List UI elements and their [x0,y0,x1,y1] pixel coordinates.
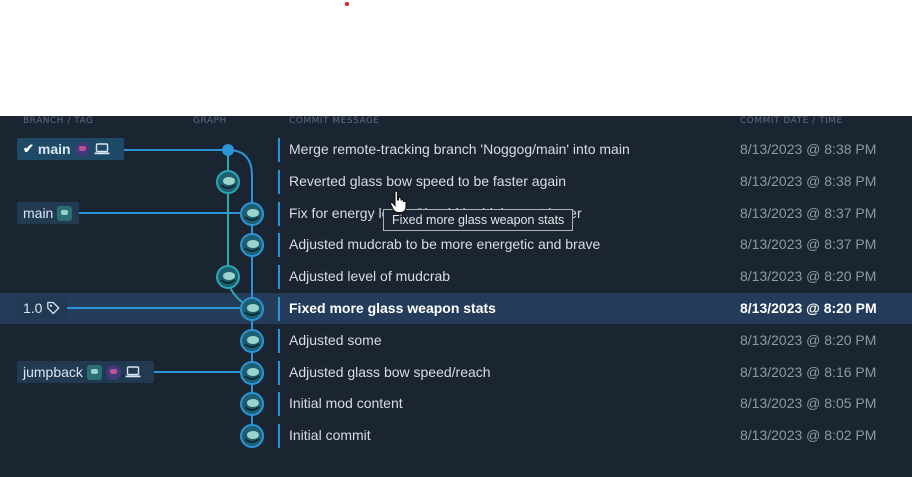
commit-date: 8/13/2023 @ 8:05 PM [740,395,877,411]
commit-message: Merge remote-tracking branch 'Noggog/mai… [289,141,630,157]
commit-graph-panel: BRANCH / TAG GRAPH COMMIT MESSAGE COMMIT… [0,116,912,477]
commit-date: 8/13/2023 @ 8:38 PM [740,141,877,157]
commit-message: Initial mod content [289,395,403,411]
avatar-icon [86,364,102,380]
tag-icon [47,301,61,315]
header-commit-date: COMMIT DATE / TIME [740,116,843,126]
commit-date: 8/13/2023 @ 8:16 PM [740,364,877,380]
merge-commit-dot [222,144,234,156]
laptop-icon [94,143,110,155]
commit-message: Adjusted level of mudcrab [289,268,451,284]
avatar-icon [105,364,121,380]
commit-date: 8/13/2023 @ 8:37 PM [740,236,877,252]
commit-avatar-node[interactable] [240,233,264,257]
commit-avatar-node[interactable] [240,424,264,448]
branch-main-remote[interactable]: main [17,202,79,224]
commit-avatar-node[interactable] [216,265,240,289]
commit-date: 8/13/2023 @ 8:02 PM [740,427,877,443]
laptop-icon [125,366,141,378]
branch-label: main [37,141,71,157]
commit-date: 8/13/2023 @ 8:38 PM [740,173,877,189]
commit-message: Initial commit [289,427,371,443]
check-icon: ✔ [23,141,34,156]
commit-message: Adjusted glass bow speed/reach [289,364,491,380]
red-dot-marker [345,2,349,6]
tag-label: 1.0 [23,300,43,316]
commit-avatar-node[interactable] [240,392,264,416]
commit-message: Adjusted mudcrab to be more energetic an… [289,236,601,252]
avatar-icon [74,141,90,157]
commit-avatar-node[interactable] [240,361,264,385]
tag-1-0[interactable]: 1.0 [17,297,67,319]
commit-message: Reverted glass bow speed to be faster ag… [289,173,567,189]
commit-date: 8/13/2023 @ 8:20 PM [740,332,877,348]
commit-avatar-node[interactable] [240,202,264,226]
branch-main-head[interactable]: ✔ main [17,138,124,160]
commit-avatar-node[interactable] [240,329,264,353]
avatar-icon [57,205,73,221]
branch-jumpback[interactable]: jumpback [17,361,154,383]
header-commit-message: COMMIT MESSAGE [289,116,380,126]
commit-date: 8/13/2023 @ 8:20 PM [740,268,877,284]
hand-cursor-icon [389,190,407,214]
commit-date: 8/13/2023 @ 8:20 PM [740,300,877,316]
commit-message: Adjusted some [289,332,382,348]
commit-message: Fixed more glass weapon stats [289,300,496,316]
branch-label: jumpback [23,364,83,380]
commit-avatar-node[interactable] [240,297,264,321]
commit-tooltip: Fixed more glass weapon stats [383,209,574,231]
branch-label: main [23,205,54,221]
commit-avatar-node[interactable] [216,170,240,194]
commit-date: 8/13/2023 @ 8:37 PM [740,205,877,221]
